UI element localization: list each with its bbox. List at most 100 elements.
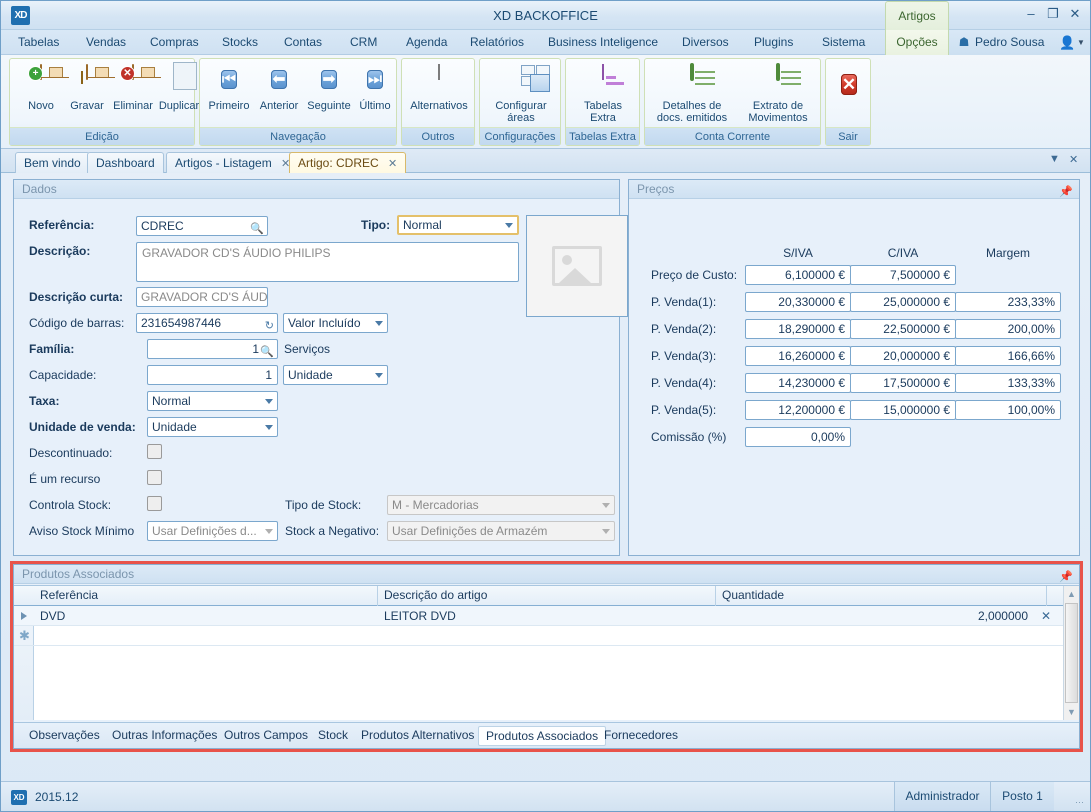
menu-item-diversos[interactable]: Diversos: [673, 30, 738, 55]
chevron-down-icon[interactable]: ▼: [1077, 38, 1085, 47]
grid-vertical-scrollbar[interactable]: ▲ ▼: [1063, 586, 1079, 720]
input-p-venda-4-siva[interactable]: 14,230000 €: [745, 373, 851, 393]
checkbox-controla-stock[interactable]: [147, 496, 162, 511]
tab-observacoes[interactable]: Observações: [22, 726, 107, 746]
close-icon[interactable]: ✕: [1065, 5, 1085, 25]
home-icon[interactable]: ☗: [957, 35, 971, 49]
label-unidade-venda: Unidade de venda:: [29, 420, 136, 434]
ribbon-button-extrato-movimentos[interactable]: Extrato de Movimentos: [737, 63, 819, 127]
tab-stock[interactable]: Stock: [311, 726, 355, 746]
ribbon-button-detalhes-docs-emitidos[interactable]: Detalhes de docs. emitidos: [649, 63, 735, 127]
checkbox-e-um-recurso[interactable]: [147, 470, 162, 485]
context-tab-artigos[interactable]: Artigos: [885, 1, 949, 30]
user-avatar-icon[interactable]: 👤: [1059, 34, 1075, 51]
ribbon-button-sair[interactable]: ✕: [830, 69, 868, 133]
ribbon-button-configurar-areas[interactable]: Configurar áreas: [490, 63, 552, 127]
column-header-referencia[interactable]: Referência: [34, 586, 378, 606]
column-header-quantidade[interactable]: Quantidade: [716, 586, 1047, 606]
input-preco-custo-civa[interactable]: 7,500000 €: [850, 265, 956, 285]
tab-produtos-associados[interactable]: Produtos Associados: [478, 726, 607, 746]
input-p-venda-4-civa[interactable]: 17,500000 €: [850, 373, 956, 393]
menu-item-business-inteligence[interactable]: Business Inteligence: [539, 30, 667, 55]
new-row-placeholder[interactable]: ✱: [14, 626, 1079, 646]
resize-grip-icon[interactable]: ⋯: [1075, 796, 1087, 808]
ribbon-button-tabelas-extra[interactable]: Tabelas Extra: [574, 63, 632, 127]
input-p-venda-4-margem[interactable]: 133,33%: [955, 373, 1061, 393]
tab-outros-campos[interactable]: Outros Campos: [217, 726, 315, 746]
dropdown-aviso-stock-minimo[interactable]: Usar Definições d...: [147, 521, 278, 541]
input-codigo-barras[interactable]: 231654987446 ↻: [136, 313, 278, 333]
input-capacidade[interactable]: 1: [147, 365, 278, 385]
menu-item-stocks[interactable]: Stocks: [213, 30, 267, 55]
status-bar: XD 2015.12 Administrador Posto 1 ⋯: [1, 781, 1090, 811]
tab-close-icon[interactable]: ✕: [1069, 153, 1078, 166]
menu-item-sistema[interactable]: Sistema: [813, 30, 874, 55]
ribbon-button-alternativos[interactable]: Alternativos: [408, 63, 470, 127]
menu-item-plugins[interactable]: Plugins: [745, 30, 802, 55]
dropdown-stock-negativo[interactable]: Usar Definições de Armazém: [387, 521, 615, 541]
menu-item-vendas[interactable]: Vendas: [77, 30, 135, 55]
dropdown-unidade-venda[interactable]: Unidade: [147, 417, 278, 437]
input-familia[interactable]: 1 🔍: [147, 339, 278, 359]
input-p-venda-5-siva[interactable]: 12,200000 €: [745, 400, 851, 420]
input-p-venda-1-margem[interactable]: 233,33%: [955, 292, 1061, 312]
menu-item-contas[interactable]: Contas: [275, 30, 331, 55]
article-image-placeholder[interactable]: [526, 215, 628, 317]
scrollbar-thumb[interactable]: [1065, 603, 1078, 703]
maximize-icon[interactable]: ❐: [1043, 5, 1063, 25]
menu-item-crm[interactable]: CRM: [341, 30, 386, 55]
produtos-associados-grid[interactable]: Referência Descrição do artigo Quantidad…: [14, 585, 1079, 720]
checkbox-descontinuado[interactable]: [147, 444, 162, 459]
input-referencia[interactable]: CDREC 🔍: [136, 216, 268, 236]
input-p-venda-5-civa[interactable]: 15,000000 €: [850, 400, 956, 420]
menu-item-relatorios[interactable]: Relatórios: [461, 30, 533, 55]
input-preco-custo-siva[interactable]: 6,100000 €: [745, 265, 851, 285]
input-p-venda-2-margem[interactable]: 200,00%: [955, 319, 1061, 339]
input-p-venda-3-siva[interactable]: 16,260000 €: [745, 346, 851, 366]
tab-outras-informacoes[interactable]: Outras Informações: [105, 726, 224, 746]
search-icon[interactable]: 🔍: [260, 343, 274, 358]
tab-fornecedores[interactable]: Fornecedores: [597, 726, 685, 746]
input-p-venda-5-margem[interactable]: 100,00%: [955, 400, 1061, 420]
tab-list-dropdown-icon[interactable]: ▼: [1049, 153, 1060, 165]
menu-item-opcoes[interactable]: Opções: [885, 30, 949, 55]
label-p-venda-3: P. Venda(3):: [651, 349, 717, 363]
dropdown-tipo-stock[interactable]: M - Mercadorias: [387, 495, 615, 515]
ribbon-button-ultimo[interactable]: ⏭ Último: [346, 63, 404, 127]
scroll-down-icon[interactable]: ▼: [1064, 704, 1079, 720]
input-descricao-curta[interactable]: GRAVADOR CD'S ÁUDI: [136, 287, 268, 307]
search-icon[interactable]: 🔍: [250, 220, 264, 235]
menu-item-agenda[interactable]: Agenda: [397, 30, 456, 55]
new-row-icon: ✱: [19, 628, 30, 643]
menu-item-tabelas[interactable]: Tabelas: [9, 30, 68, 55]
ribbon-toolbar: + Novo Gravar ✕ Eliminar Duplicar Edição…: [1, 55, 1090, 149]
input-comissao[interactable]: 0,00%: [745, 427, 851, 447]
scroll-up-icon[interactable]: ▲: [1064, 586, 1079, 602]
menu-item-compras[interactable]: Compras: [141, 30, 208, 55]
doctab-bem-vindo[interactable]: Bem vindo: [15, 152, 90, 173]
dropdown-taxa[interactable]: Normal: [147, 391, 278, 411]
doctab-artigo-cdrec[interactable]: Artigo: CDREC ✕: [289, 152, 407, 173]
input-p-venda-3-civa[interactable]: 20,000000 €: [850, 346, 956, 366]
input-p-venda-1-siva[interactable]: 20,330000 €: [745, 292, 851, 312]
doctab-close-icon[interactable]: ✕: [388, 158, 397, 170]
panel-precos-header: Preços 📌: [629, 180, 1079, 199]
input-p-venda-2-siva[interactable]: 18,290000 €: [745, 319, 851, 339]
user-area[interactable]: ☗ Pedro Sousa 👤 ▼: [949, 30, 1090, 55]
input-p-venda-2-civa[interactable]: 22,500000 €: [850, 319, 956, 339]
doctab-artigos-listagem[interactable]: Artigos - Listagem ✕: [166, 152, 300, 173]
minimize-icon[interactable]: –: [1021, 5, 1041, 25]
column-header-descricao-artigo[interactable]: Descrição do artigo: [378, 586, 716, 606]
tab-produtos-alternativos[interactable]: Produtos Alternativos: [354, 726, 481, 746]
dropdown-tipo[interactable]: Normal: [397, 215, 519, 235]
input-descricao[interactable]: GRAVADOR CD'S ÁUDIO PHILIPS: [136, 242, 519, 282]
input-p-venda-3-margem[interactable]: 166,66%: [955, 346, 1061, 366]
input-p-venda-1-civa[interactable]: 25,000000 €: [850, 292, 956, 312]
table-row[interactable]: DVD LEITOR DVD 2,000000 ✕: [14, 606, 1079, 626]
delete-row-icon[interactable]: ✕: [1041, 609, 1051, 623]
refresh-icon[interactable]: ↻: [265, 317, 274, 332]
doctab-dashboard[interactable]: Dashboard: [87, 152, 164, 173]
dropdown-capacidade-unidade[interactable]: Unidade: [283, 365, 388, 385]
dropdown-valor-incluido[interactable]: Valor Incluído: [283, 313, 388, 333]
column-header-margem: Margem: [985, 246, 1030, 260]
